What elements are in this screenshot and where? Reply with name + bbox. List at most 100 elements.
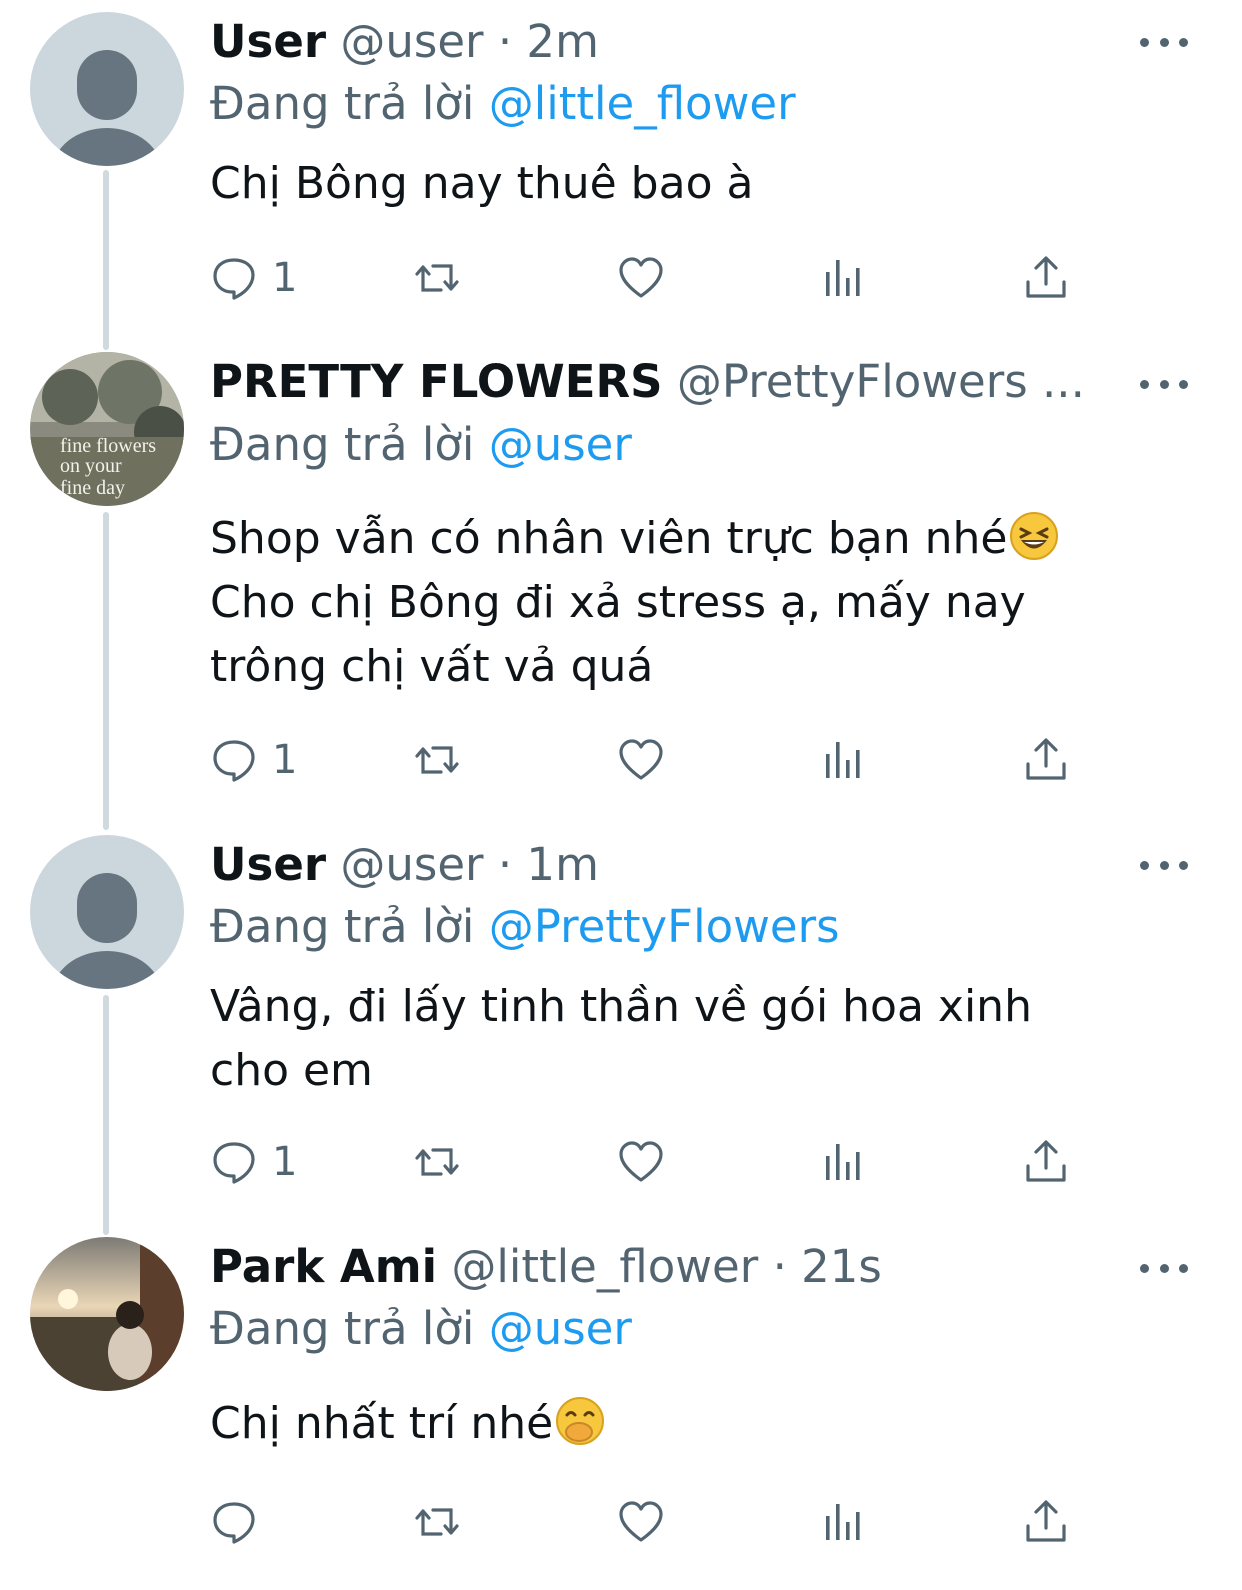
like-icon xyxy=(617,1138,665,1186)
more-options-icon[interactable] xyxy=(1140,1256,1188,1280)
tweet-text-line: Shop vẫn có nhân viên trực bạn nhé xyxy=(210,507,1170,571)
handle[interactable]: @little_flower xyxy=(451,1240,758,1293)
like-icon xyxy=(617,736,665,784)
views-icon xyxy=(820,1138,868,1186)
replying-to: Đang trả lời @PrettyFlowers xyxy=(210,897,840,957)
reply-button[interactable] xyxy=(210,1497,272,1547)
like-button[interactable] xyxy=(617,735,665,785)
svg-text:fine day: fine day xyxy=(60,477,125,499)
replying-to: Đang trả lời @user xyxy=(210,1299,632,1359)
reply-mention[interactable]: @little_flower xyxy=(489,77,796,130)
retweet-button[interactable] xyxy=(413,1137,461,1187)
more-options-icon[interactable] xyxy=(1140,372,1188,396)
replying-to: Đang trả lời @user xyxy=(210,415,632,475)
tweet-text-line: Cho chị Bông đi xả stress ạ, mấy nay xyxy=(210,577,1026,628)
more-options-icon[interactable] xyxy=(1140,30,1188,54)
views-button[interactable] xyxy=(820,1497,868,1547)
timestamp[interactable]: · 2m xyxy=(498,15,599,68)
views-icon xyxy=(820,736,868,784)
avatar[interactable] xyxy=(30,835,184,989)
tweet-header: PRETTY FLOWERS @PrettyFlowers ... xyxy=(210,352,1085,412)
reply-prefix: Đang trả lời xyxy=(210,77,475,130)
share-button[interactable] xyxy=(1022,1497,1070,1547)
tweet-text-line: Vâng, đi lấy tinh thần về gói hoa xinh xyxy=(210,981,1032,1032)
thread-line xyxy=(103,995,109,1235)
reply-icon xyxy=(210,1498,258,1546)
share-icon xyxy=(1022,1498,1070,1546)
display-name[interactable]: PRETTY FLOWERS xyxy=(210,355,663,408)
reply-mention[interactable]: @user xyxy=(489,418,632,471)
reply-prefix: Đang trả lời xyxy=(210,900,475,953)
replying-to: Đang trả lời @little_flower xyxy=(210,74,796,134)
views-button[interactable] xyxy=(820,253,868,303)
reply-prefix: Đang trả lời xyxy=(210,418,475,471)
tweet-text: Chị Bông nay thuê bao à xyxy=(210,158,754,209)
share-button[interactable] xyxy=(1022,1137,1070,1187)
like-icon xyxy=(617,1498,665,1546)
retweet-button[interactable] xyxy=(413,253,461,303)
retweet-button[interactable] xyxy=(413,1497,461,1547)
tweet-text-line: Chị nhất trí nhé xyxy=(210,1392,1170,1456)
retweet-button[interactable] xyxy=(413,735,461,785)
tweet-text-line: cho em xyxy=(210,1045,373,1096)
like-button[interactable] xyxy=(617,253,665,303)
views-icon xyxy=(820,1498,868,1546)
share-button[interactable] xyxy=(1022,735,1070,785)
laughing-emoji-icon xyxy=(1009,511,1059,561)
display-name[interactable]: User xyxy=(210,838,326,891)
thread-line xyxy=(103,512,109,830)
retweet-icon xyxy=(413,736,461,784)
reply-count: 1 xyxy=(272,737,298,783)
share-icon xyxy=(1022,254,1070,302)
default-avatar-icon xyxy=(30,12,184,166)
retweet-icon xyxy=(413,1138,461,1186)
reply-button[interactable]: 1 xyxy=(210,735,297,785)
svg-text:fine flowers: fine flowers xyxy=(60,435,156,457)
tweet-text-line: trông chị vất vả quá xyxy=(210,641,654,692)
reply-button[interactable]: 1 xyxy=(210,253,297,303)
reply-mention[interactable]: @PrettyFlowers xyxy=(489,900,840,953)
tweet-header: Park Ami @little_flower · 21s xyxy=(210,1237,882,1297)
retweet-icon xyxy=(413,1498,461,1546)
reply-prefix: Đang trả lời xyxy=(210,1302,475,1355)
avatar[interactable] xyxy=(30,12,184,166)
reply-mention[interactable]: @user xyxy=(489,1302,632,1355)
avatar[interactable]: fine flowers on your fine day xyxy=(30,352,184,506)
thread-line xyxy=(103,170,109,350)
avatar[interactable] xyxy=(30,1237,184,1391)
tweet-text: Shop vẫn có nhân viên trực bạn nhé Cho c… xyxy=(210,507,1170,699)
share-icon xyxy=(1022,736,1070,784)
like-icon xyxy=(617,254,665,302)
share-icon xyxy=(1022,1138,1070,1186)
share-button[interactable] xyxy=(1022,253,1070,303)
handle[interactable]: @user xyxy=(340,838,483,891)
svg-text:on your: on your xyxy=(60,455,122,477)
handle[interactable]: @PrettyFlowers ... xyxy=(677,355,1085,408)
tweet-text: Chị nhất trí nhé xyxy=(210,1392,1170,1456)
reply-button[interactable]: 1 xyxy=(210,1137,297,1187)
reply-count: 1 xyxy=(272,1139,298,1185)
flower-shop-avatar-icon: fine flowers on your fine day xyxy=(30,352,184,506)
hand-over-mouth-emoji-icon xyxy=(555,1396,605,1446)
reply-icon xyxy=(210,254,258,302)
photo-avatar-icon xyxy=(30,1237,184,1391)
like-button[interactable] xyxy=(617,1497,665,1547)
like-button[interactable] xyxy=(617,1137,665,1187)
views-button[interactable] xyxy=(820,1137,868,1187)
reply-count: 1 xyxy=(272,255,298,301)
display-name[interactable]: User xyxy=(210,15,326,68)
handle[interactable]: @user xyxy=(340,15,483,68)
timestamp[interactable]: · 21s xyxy=(773,1240,882,1293)
views-icon xyxy=(820,254,868,302)
tweet-header: User @user · 1m xyxy=(210,835,599,895)
display-name[interactable]: Park Ami xyxy=(210,1240,437,1293)
default-avatar-icon xyxy=(30,835,184,989)
tweet-text: Vâng, đi lấy tinh thần về gói hoa xinh c… xyxy=(210,975,1170,1103)
reply-icon xyxy=(210,736,258,784)
tweet-header: User @user · 2m xyxy=(210,12,599,72)
more-options-icon[interactable] xyxy=(1140,853,1188,877)
retweet-icon xyxy=(413,254,461,302)
timestamp[interactable]: · 1m xyxy=(498,838,599,891)
views-button[interactable] xyxy=(820,735,868,785)
reply-icon xyxy=(210,1138,258,1186)
